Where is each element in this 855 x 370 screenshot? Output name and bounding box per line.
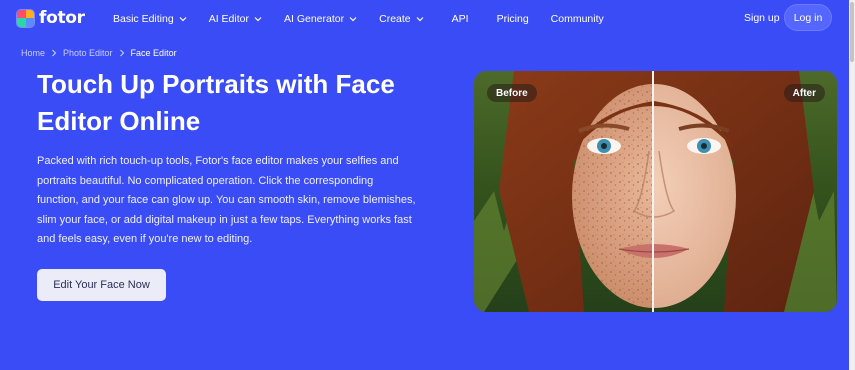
compare-slider-handle[interactable]: [652, 71, 654, 312]
fotor-logo-icon: [16, 8, 35, 28]
after-label: After: [783, 84, 825, 102]
chevron-right-icon: [119, 49, 124, 57]
nav-community[interactable]: Community: [551, 13, 604, 25]
chevron-right-icon: [52, 49, 57, 57]
main-nav: Basic Editing AI Editor AI Generator Cre…: [113, 0, 604, 37]
nav-api-label: API: [451, 12, 469, 25]
nav-api[interactable]: API: [452, 13, 469, 25]
chevron-down-icon: [254, 16, 262, 21]
nav-ai-generator[interactable]: AI Generator: [284, 13, 357, 25]
before-label: Before: [487, 84, 537, 102]
hero-description: Packed with rich touch-up tools, Fotor's…: [37, 155, 416, 245]
nav-create-label: Create: [379, 12, 411, 25]
scrollbar-thumb[interactable]: [850, 2, 854, 62]
signup-link[interactable]: Sign up: [744, 12, 780, 24]
nav-ai-editor[interactable]: AI Editor: [209, 13, 262, 25]
nav-ai-generator-label: AI Generator: [283, 12, 345, 25]
edit-your-face-button[interactable]: Edit Your Face Now: [37, 269, 166, 301]
fotor-logo[interactable]: fotor: [16, 7, 85, 29]
chevron-down-icon: [349, 16, 357, 21]
breadcrumb-home[interactable]: Home: [21, 48, 45, 58]
nav-community-label: Community: [550, 12, 604, 25]
top-nav-bar: fotor Basic Editing AI Editor AI Generat…: [0, 0, 855, 37]
breadcrumb: Home Photo Editor Face Editor: [21, 47, 177, 59]
breadcrumb-current: Face Editor: [130, 48, 177, 58]
nav-basic-editing[interactable]: Basic Editing: [113, 13, 187, 25]
portrait-image: [474, 71, 837, 312]
nav-ai-editor-label: AI Editor: [208, 12, 249, 25]
page-title: Touch Up Portraits with Face Editor Onli…: [37, 69, 395, 136]
chevron-down-icon: [179, 16, 187, 21]
page-scrollbar[interactable]: [849, 0, 855, 370]
logo-text: fotor: [39, 8, 85, 28]
before-after-image[interactable]: Before After: [474, 71, 837, 312]
chevron-down-icon: [416, 16, 424, 21]
nav-create[interactable]: Create: [379, 13, 424, 25]
nav-basic-editing-label: Basic Editing: [113, 12, 174, 25]
nav-pricing[interactable]: Pricing: [497, 13, 529, 25]
login-button[interactable]: Log in: [784, 4, 832, 31]
nav-pricing-label: Pricing: [496, 12, 529, 25]
breadcrumb-photo-editor[interactable]: Photo Editor: [63, 48, 113, 58]
